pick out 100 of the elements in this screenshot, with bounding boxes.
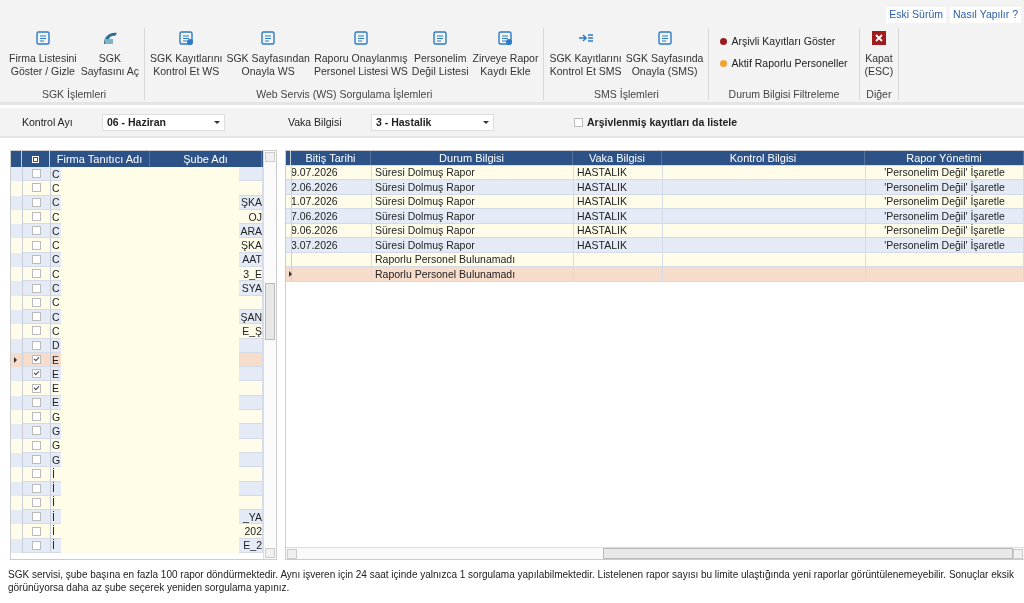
table-cell: İ — [52, 539, 55, 552]
column-header[interactable]: Vaka Bilgisi — [573, 151, 662, 165]
table-cell: HASTALIK — [577, 195, 627, 208]
ribbon-button[interactable]: Raporu Onaylanmış Personel Listesi WS — [311, 28, 410, 78]
table-cell: AAT — [242, 253, 262, 266]
table-row[interactable]: 3.07.2026 Süresi Dolmuş Rapor HASTALIK 'Personelim Değil' İşaretle — [286, 238, 1024, 253]
ribbon-button[interactable]: SGK Kayıtlarını Kontrol Et WS — [148, 28, 225, 78]
table-cell: 1.07.2026 — [292, 195, 338, 208]
header-link[interactable]: Eski Sürüm — [886, 7, 946, 23]
table-row[interactable]: C ŞKA — [11, 238, 263, 253]
table-row[interactable]: C 3_E — [11, 267, 263, 282]
row-checkbox[interactable] — [32, 212, 41, 222]
row-checkbox[interactable] — [32, 426, 41, 436]
table-row[interactable]: C E_Ş — [11, 324, 263, 339]
month-dropdown[interactable]: 06 - Haziran — [102, 113, 225, 131]
table-row[interactable]: 7.06.2026 Süresi Dolmuş Rapor HASTALIK 'Personelim Değil' İşaretle — [286, 209, 1024, 224]
ribbon-button[interactable]: Firma Listesini Göster / Gizle — [7, 28, 79, 78]
table-cell: C — [52, 181, 60, 194]
row-checkbox[interactable] — [32, 355, 41, 364]
row-checkbox[interactable] — [32, 440, 41, 450]
checkbox[interactable] — [574, 117, 583, 127]
row-checkbox[interactable] — [32, 483, 41, 493]
table-cell: İ — [52, 496, 55, 509]
table-cell: ŞKA — [241, 239, 262, 252]
row-checkbox[interactable] — [32, 254, 41, 264]
table-cell: C — [52, 267, 60, 280]
row-checkbox[interactable] — [32, 497, 41, 507]
row-checkbox[interactable] — [32, 369, 41, 379]
ribbon-button[interactable]: SGK Kayıtlarını Kontrol Et SMS — [547, 28, 624, 78]
table-cell: 3.07.2026 — [292, 238, 338, 251]
table-cell: _YA — [242, 510, 262, 523]
row-checkbox[interactable] — [32, 197, 41, 207]
row-checkbox[interactable] — [32, 526, 41, 536]
row-checkbox[interactable] — [32, 412, 41, 422]
table-cell: Süresi Dolmuş Rapor — [375, 195, 475, 208]
group-label: Diğer — [866, 87, 892, 100]
column-header[interactable]: Kontrol Bilgisi — [662, 151, 865, 165]
row-checkbox[interactable] — [32, 512, 41, 522]
table-row[interactable]: C SYA — [11, 281, 263, 296]
row-checkbox[interactable] — [32, 226, 41, 236]
row-checkbox[interactable] — [32, 383, 41, 393]
table-cell: C — [52, 296, 60, 309]
table-row[interactable]: 2.06.2026 Süresi Dolmuş Rapor HASTALIK 'Personelim Değil' İşaretle — [286, 180, 1024, 195]
table-cell: OJ — [248, 210, 262, 223]
case-dropdown[interactable]: 3 - Hastalik — [371, 113, 494, 131]
row-checkbox[interactable] — [32, 269, 41, 279]
row-checkbox[interactable] — [32, 340, 41, 350]
select-all-checkbox[interactable] — [32, 155, 39, 163]
row-checkbox[interactable] — [32, 397, 41, 407]
table-cell: D — [52, 339, 60, 352]
ribbon-button[interactable]: Zirveye Rapor Kaydı Ekle — [470, 28, 541, 78]
ribbon-button[interactable]: SGK Sayfasını Aç — [78, 28, 142, 78]
table-cell: ŞKA — [241, 196, 262, 209]
table-cell: HASTALIK — [577, 238, 627, 251]
table-row[interactable]: İ 202 — [11, 524, 263, 539]
row-checkbox[interactable] — [32, 183, 41, 193]
row-checkbox[interactable] — [32, 326, 41, 336]
header-link[interactable]: Nasıl Yapılır ? — [950, 7, 1021, 23]
table-row[interactable]: İ _YA — [11, 510, 263, 525]
ribbon-button[interactable]: SGK Sayfasından Onayla WS — [224, 28, 312, 78]
table-cell: 2.06.2026 — [292, 180, 338, 193]
table-cell: G — [52, 425, 61, 437]
row-checkbox[interactable] — [32, 455, 41, 465]
table-cell: 'Personelim Değil' İşaretle — [884, 180, 1005, 193]
table-row[interactable]: İ — [11, 467, 263, 482]
table-cell: Süresi Dolmuş Rapor — [375, 209, 475, 222]
table-row[interactable]: E — [11, 381, 263, 396]
row-checkbox[interactable] — [32, 297, 41, 307]
column-header[interactable]: Rapor Yönetimi — [865, 151, 1024, 165]
table-cell: E — [52, 367, 59, 380]
table-cell: C — [52, 282, 60, 294]
table-cell: 7.06.2026 — [292, 209, 338, 222]
ribbon-button[interactable]: SGK Sayfasında Onayla (SMS) — [623, 28, 706, 78]
table-cell: İ — [52, 467, 55, 480]
table-row[interactable]: C — [11, 167, 263, 182]
scrollbar[interactable] — [263, 151, 276, 559]
info-text: SGK servisi, şube başına en fazla 100 rapor döndürmektedir. Aynı işveren için 24 saat içinde yalnızca 1 sorgulama yapılabilmektedir. Listelenen rapor sayısı bu limite ulaştığında yeni raporlar görüntülenemeyebilir. Sonuçlar eksik görünüyorsa daha az şube seçerek yeniden sorgulama yapınız. — [8, 568, 1015, 594]
row-checkbox[interactable] — [32, 169, 41, 179]
table-cell: Süresi Dolmuş Rapor — [375, 224, 475, 237]
table-row[interactable]: C — [11, 181, 263, 196]
table-row[interactable]: G — [11, 424, 263, 439]
column-header[interactable]: Bitiş Tarihi — [291, 151, 371, 165]
group-label: Durum Bilgisi Filtreleme — [728, 87, 840, 100]
table-row[interactable]: Raporlu Personel Bulunamadı — [286, 267, 1024, 282]
ribbon-button[interactable]: Personelim Değil Listesi — [409, 28, 471, 78]
row-checkbox[interactable] — [32, 283, 41, 293]
table-cell: 'Personelim Değil' İşaretle — [884, 209, 1005, 222]
table-cell: İ — [52, 510, 55, 523]
table-cell: E — [52, 396, 59, 409]
ribbon-button[interactable]: Kapat (ESC) — [862, 28, 896, 78]
column-header[interactable]: Durum Bilgisi — [371, 151, 573, 165]
table-row[interactable]: G — [11, 410, 263, 425]
row-checkbox[interactable] — [32, 540, 41, 550]
table-row[interactable]: C ARA — [11, 224, 263, 239]
row-checkbox[interactable] — [32, 469, 41, 479]
scrollbar[interactable] — [286, 547, 1024, 559]
table-cell: HASTALIK — [577, 166, 627, 179]
row-checkbox[interactable] — [32, 240, 41, 250]
row-checkbox[interactable] — [32, 312, 41, 322]
table-row[interactable]: E — [11, 367, 263, 382]
